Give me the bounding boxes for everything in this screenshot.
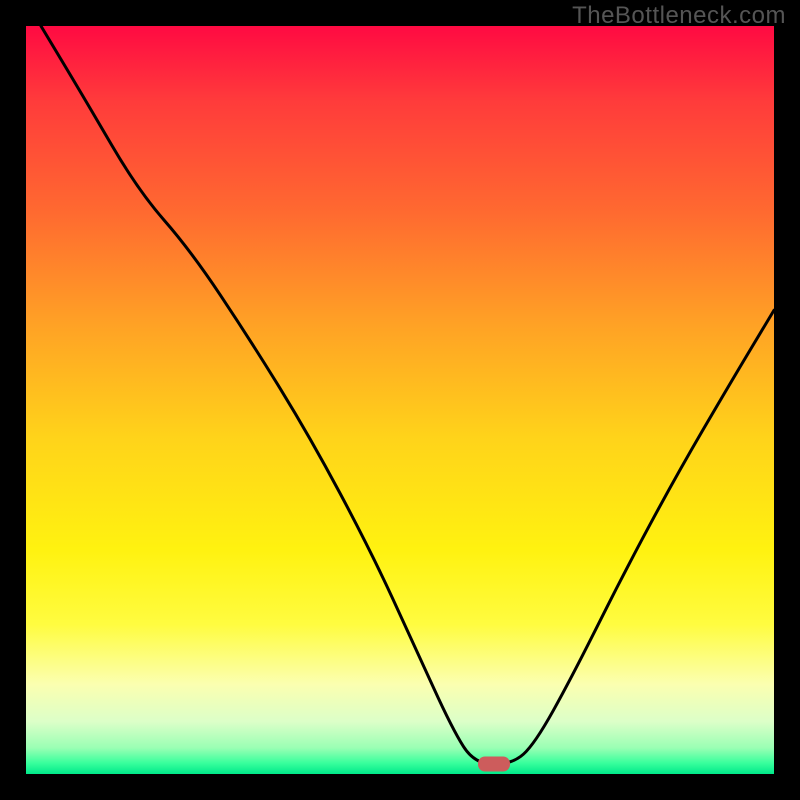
watermark-text: TheBottleneck.com — [572, 2, 786, 30]
plot-area — [26, 26, 774, 774]
optimal-marker — [478, 757, 510, 772]
bottleneck-curve — [26, 26, 774, 774]
chart-container: TheBottleneck.com — [0, 0, 800, 800]
